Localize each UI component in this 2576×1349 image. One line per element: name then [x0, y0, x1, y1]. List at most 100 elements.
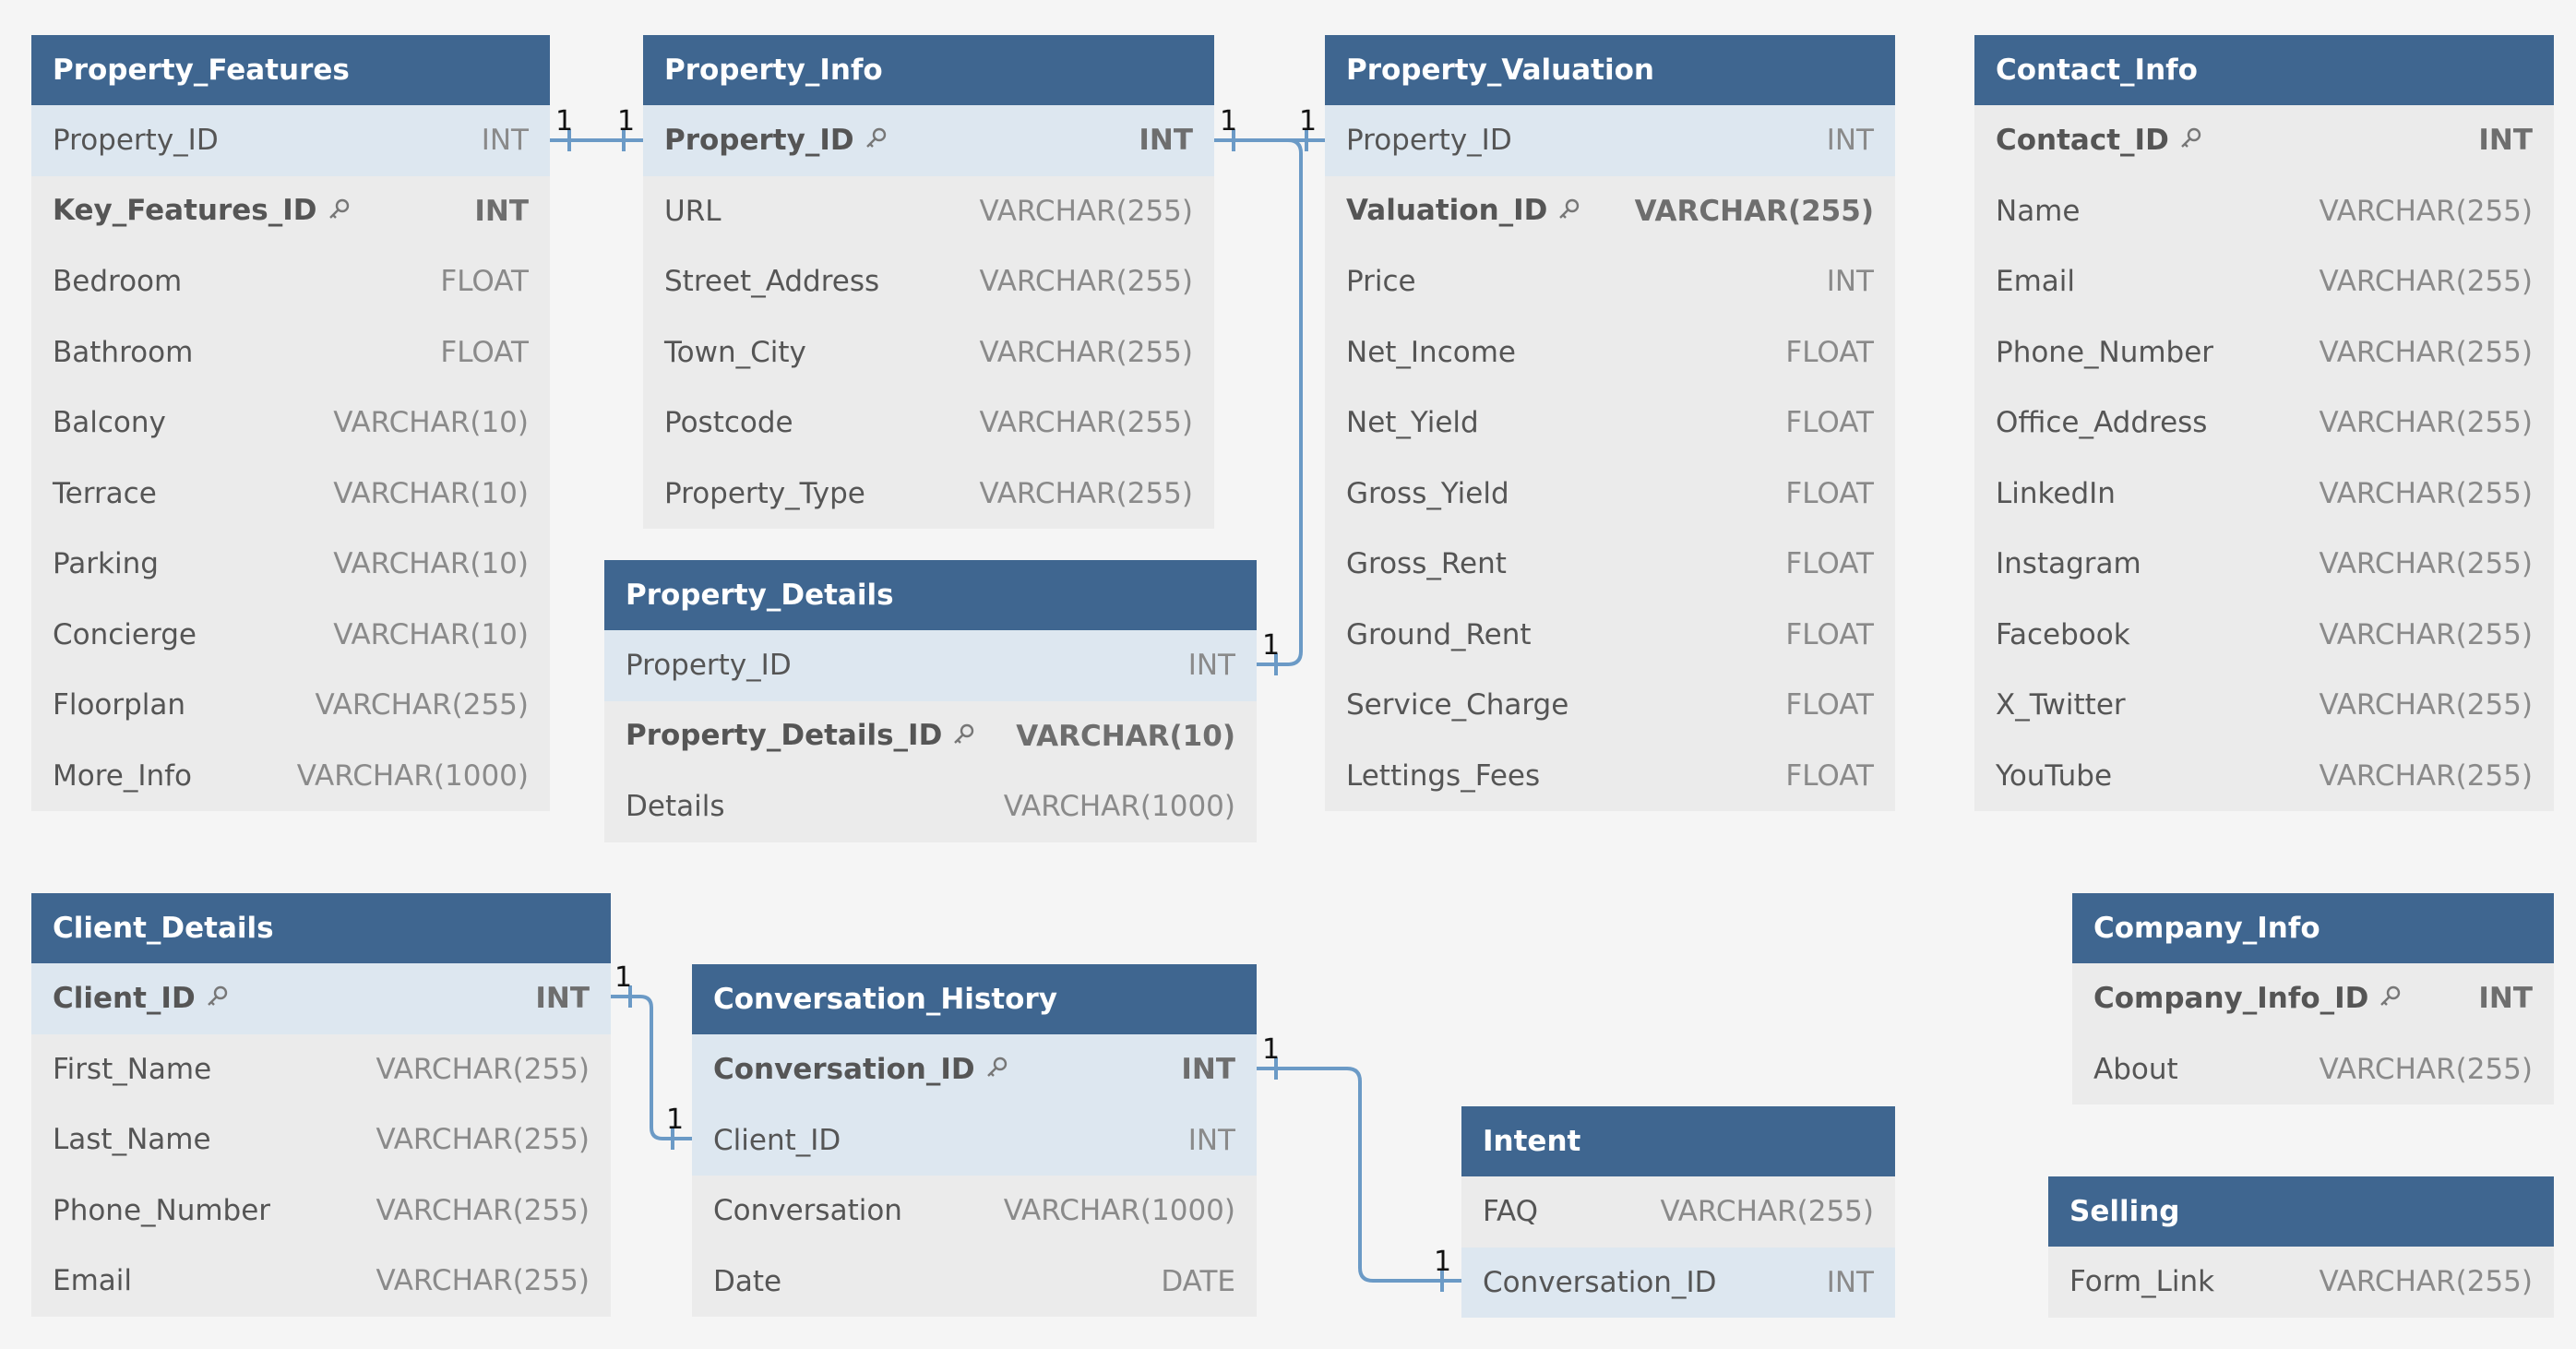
table-row[interactable]: URL VARCHAR(255) — [643, 175, 1214, 246]
table-title[interactable]: Client_Details — [31, 893, 611, 963]
table-property-valuation[interactable]: Property_Valuation Property_ID INT Valuat… — [1325, 35, 1895, 811]
table-row[interactable]: Email VARCHAR(255) — [31, 1246, 611, 1317]
column-type: VARCHAR(1000) — [1003, 790, 1235, 824]
table-row[interactable]: Conversation VARCHAR(1000) — [692, 1176, 1257, 1247]
table-row[interactable]: Company_Info_ID INT — [2072, 963, 2554, 1034]
table-client-details[interactable]: Client_Details Client_ID INT First_Name VA… — [31, 893, 611, 1317]
table-row[interactable]: YouTube VARCHAR(255) — [1974, 740, 2554, 811]
column-type: INT — [2478, 124, 2533, 158]
table-title[interactable]: Property_Features — [31, 35, 550, 105]
table-title[interactable]: Intent — [1461, 1106, 1895, 1176]
table-row[interactable]: Client_ID INT — [692, 1104, 1257, 1176]
table-row[interactable]: Lettings_Fees FLOAT — [1325, 740, 1895, 811]
table-conversation-history[interactable]: Conversation_History Conversation_ID INT … — [692, 964, 1257, 1317]
table-title[interactable]: Property_Info — [643, 35, 1214, 105]
table-row[interactable]: Property_Type VARCHAR(255) — [643, 458, 1214, 529]
table-row[interactable]: Phone_Number VARCHAR(255) — [31, 1175, 611, 1246]
column-type: VARCHAR(255) — [2319, 547, 2534, 581]
column-name: Gross_Yield — [1346, 476, 1509, 510]
table-row[interactable]: Gross_Rent FLOAT — [1325, 529, 1895, 600]
table-row[interactable]: Parking VARCHAR(10) — [31, 529, 550, 600]
table-row[interactable]: Form_Link VARCHAR(255) — [2048, 1247, 2554, 1318]
table-row[interactable]: Property_ID INT — [1325, 105, 1895, 176]
table-title[interactable]: Property_Details — [604, 560, 1257, 630]
table-row[interactable]: Contact_ID INT — [1974, 105, 2554, 176]
table-row[interactable]: Office_Address VARCHAR(255) — [1974, 388, 2554, 459]
column-type: VARCHAR(255) — [315, 688, 530, 722]
table-row[interactable]: Property_Details_ID VARCHAR(10) — [604, 700, 1257, 771]
table-row[interactable]: Town_City VARCHAR(255) — [643, 316, 1214, 388]
column-name: Ground_Rent — [1346, 617, 1532, 651]
table-title[interactable]: Contact_Info — [1974, 35, 2554, 105]
column-type: VARCHAR(10) — [1016, 719, 1235, 753]
table-row[interactable]: Phone_Number VARCHAR(255) — [1974, 316, 2554, 388]
table-row[interactable]: Terrace VARCHAR(10) — [31, 458, 550, 529]
column-name: Company_Info_ID — [2093, 981, 2369, 1015]
column-type: VARCHAR(255) — [2319, 476, 2534, 510]
table-row[interactable]: Conversation_ID INT — [692, 1034, 1257, 1105]
table-row[interactable]: Property_ID INT — [643, 105, 1214, 176]
column-name: Instagram — [1996, 547, 2141, 581]
table-row[interactable]: Client_ID INT — [31, 963, 611, 1034]
table-row[interactable]: Balcony VARCHAR(10) — [31, 388, 550, 459]
column-name: LinkedIn — [1996, 476, 2116, 510]
table-row[interactable]: Valuation_ID VARCHAR(255) — [1325, 175, 1895, 246]
column-type: FLOAT — [440, 265, 529, 299]
table-row[interactable]: Floorplan VARCHAR(255) — [31, 670, 550, 741]
table-company-info[interactable]: Company_Info Company_Info_ID INT About VAR… — [2072, 893, 2554, 1104]
table-property-info[interactable]: Property_Info Property_ID INT URL VARCHAR(… — [643, 35, 1214, 529]
table-contact-info[interactable]: Contact_Info Contact_ID INT Name VARCHAR(2… — [1974, 35, 2554, 811]
table-row[interactable]: Street_Address VARCHAR(255) — [643, 246, 1214, 317]
column-name: YouTube — [1996, 758, 2113, 793]
table-row[interactable]: First_Name VARCHAR(255) — [31, 1033, 611, 1104]
column-name: Floorplan — [53, 688, 186, 722]
table-title[interactable]: Property_Valuation — [1325, 35, 1895, 105]
table-property-details[interactable]: Property_Details Property_ID INT Property… — [604, 560, 1257, 842]
table-row[interactable]: Gross_Yield FLOAT — [1325, 458, 1895, 529]
table-row[interactable]: X_Twitter VARCHAR(255) — [1974, 670, 2554, 741]
column-name: Concierge — [53, 617, 197, 651]
table-row[interactable]: Name VARCHAR(255) — [1974, 175, 2554, 246]
table-row[interactable]: Property_ID INT — [31, 105, 550, 176]
column-type: VARCHAR(1000) — [296, 758, 529, 793]
column-type: VARCHAR(255) — [2319, 265, 2534, 299]
column-name: Balcony — [53, 406, 166, 440]
key-icon — [327, 196, 351, 229]
column-type: VARCHAR(255) — [1634, 194, 1874, 228]
table-row[interactable]: LinkedIn VARCHAR(255) — [1974, 458, 2554, 529]
table-row[interactable]: Price INT — [1325, 246, 1895, 317]
key-icon — [2178, 125, 2202, 158]
table-row[interactable]: Concierge VARCHAR(10) — [31, 599, 550, 670]
table-row[interactable]: Bathroom FLOAT — [31, 316, 550, 388]
table-row[interactable]: Ground_Rent FLOAT — [1325, 599, 1895, 670]
table-row[interactable]: Facebook VARCHAR(255) — [1974, 599, 2554, 670]
table-row[interactable]: Email VARCHAR(255) — [1974, 246, 2554, 317]
column-type: VARCHAR(255) — [2319, 1265, 2534, 1299]
table-row[interactable]: Instagram VARCHAR(255) — [1974, 529, 2554, 600]
table-row[interactable]: Key_Features_ID INT — [31, 175, 550, 246]
table-row[interactable]: Net_Yield FLOAT — [1325, 388, 1895, 459]
column-name: Property_Details_ID — [626, 719, 943, 752]
table-row[interactable]: More_Info VARCHAR(1000) — [31, 740, 550, 811]
table-row[interactable]: About VARCHAR(255) — [2072, 1033, 2554, 1104]
column-type: INT — [1187, 649, 1235, 683]
table-row[interactable]: Last_Name VARCHAR(255) — [31, 1104, 611, 1176]
table-title[interactable]: Selling — [2048, 1176, 2554, 1247]
table-row[interactable]: Postcode VARCHAR(255) — [643, 388, 1214, 459]
table-row[interactable]: Bedroom FLOAT — [31, 246, 550, 317]
table-row[interactable]: FAQ VARCHAR(255) — [1461, 1176, 1895, 1248]
table-property-features[interactable]: Property_Features Property_ID INT Key_Fea… — [31, 35, 550, 811]
table-row[interactable]: Net_Income FLOAT — [1325, 316, 1895, 388]
column-name: Property_ID — [53, 124, 219, 158]
table-title[interactable]: Conversation_History — [692, 964, 1257, 1034]
table-row[interactable]: Conversation_ID INT — [1461, 1247, 1895, 1318]
table-title[interactable]: Company_Info — [2072, 893, 2554, 963]
table-row[interactable]: Service_Charge FLOAT — [1325, 670, 1895, 741]
table-row[interactable]: Property_ID INT — [604, 630, 1257, 701]
table-selling[interactable]: Selling Form_Link VARCHAR(255) — [2048, 1176, 2554, 1318]
column-name: Property_ID — [626, 649, 792, 683]
table-row[interactable]: Details VARCHAR(1000) — [604, 771, 1257, 842]
column-type: VARCHAR(255) — [979, 335, 1194, 369]
table-row[interactable]: Date DATE — [692, 1246, 1257, 1317]
table-intent[interactable]: Intent FAQ VARCHAR(255) Conversation_ID IN… — [1461, 1106, 1895, 1318]
